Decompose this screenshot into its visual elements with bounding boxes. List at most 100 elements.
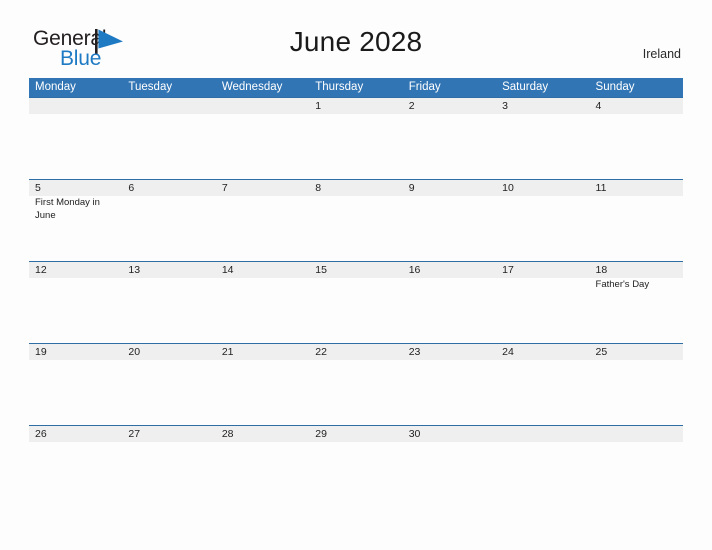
- week-date-band: 5 6 7 8 9 10 11: [29, 180, 683, 196]
- day-number[interactable]: 18: [590, 262, 683, 278]
- day-number[interactable]: 22: [309, 344, 402, 360]
- week-row: 12 13 14 15 16 17 18 Father's Day: [29, 261, 683, 343]
- page-title: June 2028: [289, 26, 423, 57]
- day-cell[interactable]: [496, 114, 589, 179]
- day-cell[interactable]: [309, 114, 402, 179]
- day-cell[interactable]: [403, 114, 496, 179]
- day-cell[interactable]: [309, 278, 402, 343]
- day-number[interactable]: [216, 98, 309, 114]
- weekday-header-tuesday: Tuesday: [128, 81, 173, 93]
- week-event-band: Father's Day: [29, 278, 683, 343]
- day-number[interactable]: 10: [496, 180, 589, 196]
- week-row: 5 6 7 8 9 10 11 First Monday in June: [29, 179, 683, 261]
- day-number[interactable]: 12: [29, 262, 122, 278]
- day-cell[interactable]: [122, 196, 215, 261]
- day-cell[interactable]: [309, 196, 402, 261]
- week-event-band: [29, 114, 683, 179]
- day-number[interactable]: 23: [403, 344, 496, 360]
- day-cell[interactable]: [216, 196, 309, 261]
- day-number[interactable]: 14: [216, 262, 309, 278]
- day-number[interactable]: 3: [496, 98, 589, 114]
- day-number[interactable]: 7: [216, 180, 309, 196]
- day-number[interactable]: [590, 426, 683, 442]
- week-row: 19 20 21 22 23 24 25: [29, 343, 683, 425]
- day-cell[interactable]: [122, 278, 215, 343]
- day-number[interactable]: [29, 98, 122, 114]
- weekday-header-wednesday: Wednesday: [221, 81, 283, 93]
- week-date-band: 12 13 14 15 16 17 18: [29, 262, 683, 278]
- weekday-header-row: Monday Tuesday Wednesday Thursday Friday…: [29, 78, 683, 97]
- day-event-text: First Monday in June: [35, 197, 100, 221]
- day-cell[interactable]: [403, 278, 496, 343]
- day-cell[interactable]: [122, 360, 215, 425]
- weekday-header-monday: Monday: [35, 81, 76, 93]
- weekday-header-thursday: Thursday: [315, 81, 364, 93]
- day-cell[interactable]: [590, 114, 683, 179]
- day-number[interactable]: 29: [309, 426, 402, 442]
- day-cell[interactable]: [216, 278, 309, 343]
- day-cell[interactable]: [216, 442, 309, 507]
- day-number[interactable]: 30: [403, 426, 496, 442]
- week-date-band: 26 27 28 29 30: [29, 426, 683, 442]
- day-cell[interactable]: [496, 360, 589, 425]
- day-cell[interactable]: [216, 114, 309, 179]
- day-number[interactable]: [496, 426, 589, 442]
- day-number[interactable]: 27: [122, 426, 215, 442]
- day-cell[interactable]: [29, 360, 122, 425]
- calendar-page: General Blue June 2028 Ireland Monday Tu…: [0, 0, 712, 550]
- weekday-header-saturday: Saturday: [502, 81, 549, 93]
- day-number[interactable]: 17: [496, 262, 589, 278]
- day-number[interactable]: 26: [29, 426, 122, 442]
- day-number[interactable]: 4: [590, 98, 683, 114]
- day-number[interactable]: 6: [122, 180, 215, 196]
- day-cell[interactable]: [309, 360, 402, 425]
- week-event-band: [29, 360, 683, 425]
- day-cell[interactable]: [590, 442, 683, 507]
- day-cell[interactable]: [29, 278, 122, 343]
- day-cell[interactable]: [403, 442, 496, 507]
- day-cell[interactable]: [496, 278, 589, 343]
- country-label: Ireland: [642, 47, 681, 61]
- day-cell[interactable]: [403, 196, 496, 261]
- day-number[interactable]: 9: [403, 180, 496, 196]
- day-number[interactable]: 19: [29, 344, 122, 360]
- day-cell[interactable]: Father's Day: [590, 278, 683, 343]
- day-cell[interactable]: [496, 442, 589, 507]
- day-number[interactable]: 24: [496, 344, 589, 360]
- day-cell[interactable]: [403, 360, 496, 425]
- weekday-header-sunday: Sunday: [595, 81, 635, 93]
- day-number[interactable]: 28: [216, 426, 309, 442]
- day-number[interactable]: 25: [590, 344, 683, 360]
- day-cell[interactable]: [216, 360, 309, 425]
- weekday-header-friday: Friday: [408, 81, 441, 93]
- day-number[interactable]: 13: [122, 262, 215, 278]
- day-number[interactable]: [122, 98, 215, 114]
- day-cell[interactable]: [29, 442, 122, 507]
- day-number[interactable]: 16: [403, 262, 496, 278]
- day-event-text: Father's Day: [595, 279, 650, 290]
- week-row: 1 2 3 4: [29, 97, 683, 179]
- page-header: General Blue June 2028 Ireland: [0, 0, 712, 69]
- week-date-band: 19 20 21 22 23 24 25: [29, 344, 683, 360]
- calendar-grid: Monday Tuesday Wednesday Thursday Friday…: [29, 78, 683, 507]
- day-number[interactable]: 21: [216, 344, 309, 360]
- day-number[interactable]: 11: [590, 180, 683, 196]
- day-number[interactable]: 8: [309, 180, 402, 196]
- day-number[interactable]: 2: [403, 98, 496, 114]
- week-event-band: [29, 442, 683, 507]
- day-cell[interactable]: [496, 196, 589, 261]
- day-cell[interactable]: [29, 114, 122, 179]
- day-number[interactable]: 20: [122, 344, 215, 360]
- day-cell[interactable]: [590, 196, 683, 261]
- day-number[interactable]: 1: [309, 98, 402, 114]
- day-number[interactable]: 15: [309, 262, 402, 278]
- week-row: 26 27 28 29 30: [29, 425, 683, 507]
- day-cell[interactable]: First Monday in June: [29, 196, 122, 261]
- day-cell[interactable]: [122, 442, 215, 507]
- week-event-band: First Monday in June: [29, 196, 683, 261]
- week-date-band: 1 2 3 4: [29, 98, 683, 114]
- day-cell[interactable]: [309, 442, 402, 507]
- day-number[interactable]: 5: [29, 180, 122, 196]
- day-cell[interactable]: [590, 360, 683, 425]
- day-cell[interactable]: [122, 114, 215, 179]
